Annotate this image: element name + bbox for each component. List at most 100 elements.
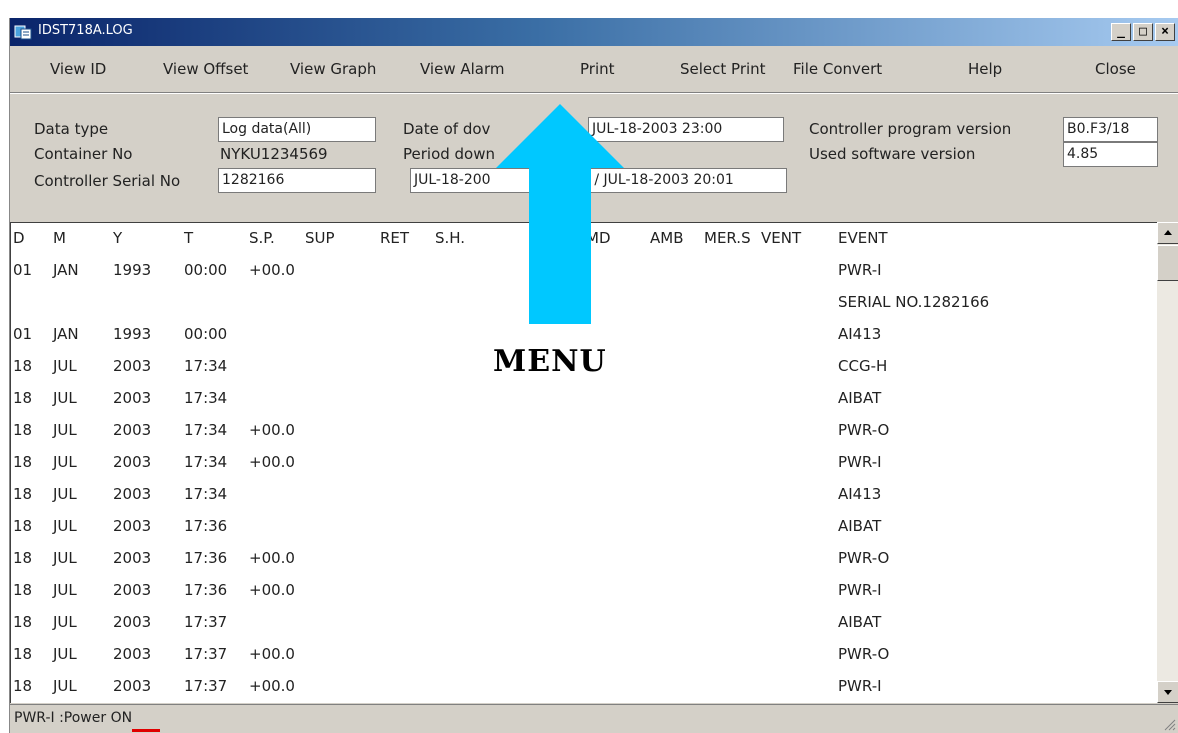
- container-no-label: Container No: [34, 145, 133, 163]
- col-header-y: Y: [113, 229, 123, 247]
- cell-y: 2003: [113, 613, 152, 631]
- cell-m: JUL: [53, 389, 77, 407]
- menu-select-print[interactable]: Select Print: [680, 60, 766, 78]
- controller-serial-field[interactable]: 1282166: [218, 168, 376, 193]
- cell-y: 2003: [113, 517, 152, 535]
- col-header-t: T: [184, 229, 194, 247]
- program-version-label: Controller program version: [809, 120, 1012, 138]
- maximize-button[interactable]: □: [1133, 23, 1153, 41]
- menu-help[interactable]: Help: [968, 60, 1002, 78]
- cell-t: 17:34: [184, 357, 228, 375]
- status-bar: PWR-I :Power ON: [10, 704, 1178, 733]
- program-version-field[interactable]: B0.F3/18: [1063, 117, 1158, 142]
- cell-m: JUL: [53, 645, 77, 663]
- cell-d: 18: [13, 389, 33, 407]
- software-version-label: Used software version: [809, 145, 976, 163]
- cell-t: 17:37: [184, 613, 228, 631]
- cell-m: JAN: [53, 325, 79, 343]
- cell-m: JUL: [53, 517, 77, 535]
- cell-event: AI413: [838, 485, 882, 503]
- cell-sp: +00.0: [249, 581, 295, 599]
- close-window-button[interactable]: ×: [1155, 23, 1175, 41]
- menu-print[interactable]: Print: [580, 60, 615, 78]
- data-type-field[interactable]: Log data(All): [218, 117, 376, 142]
- cell-event: CCG-H: [838, 357, 888, 375]
- scroll-up-button[interactable]: [1157, 222, 1178, 244]
- menu-view-id[interactable]: View ID: [50, 60, 106, 78]
- menu-view-offset[interactable]: View Offset: [163, 60, 248, 78]
- cell-m: JUL: [53, 485, 77, 503]
- cell-d: 18: [13, 677, 33, 695]
- cell-d: 01: [13, 261, 33, 279]
- cell-event: AI413: [838, 325, 882, 343]
- cell-t: 00:00: [184, 325, 228, 343]
- scroll-thumb[interactable]: [1157, 245, 1178, 281]
- menu-view-alarm[interactable]: View Alarm: [420, 60, 505, 78]
- col-header-amb: AMB: [650, 229, 684, 247]
- cell-y: 2003: [113, 389, 152, 407]
- cell-t: 17:36: [184, 549, 228, 567]
- title-bar[interactable]: IDST718A.LOG _ □ ×: [10, 18, 1178, 46]
- cell-y: 1993: [113, 325, 152, 343]
- scroll-down-button[interactable]: [1157, 681, 1178, 703]
- cell-y: 2003: [113, 581, 152, 599]
- status-text: PWR-I :Power ON: [14, 710, 133, 726]
- cell-y: 2003: [113, 645, 152, 663]
- cell-d: 18: [13, 517, 33, 535]
- cell-y: 2003: [113, 549, 152, 567]
- cell-d: 18: [13, 645, 33, 663]
- col-header-mers: MER.S: [704, 229, 751, 247]
- vertical-scrollbar[interactable]: [1157, 222, 1178, 703]
- container-no-value: NYKU1234569: [220, 145, 328, 163]
- app-window: IDST718A.LOG _ □ × View ID View Offset V…: [9, 18, 1178, 733]
- cell-y: 2003: [113, 485, 152, 503]
- cell-sp: +00.0: [249, 645, 295, 663]
- cell-t: 17:37: [184, 677, 228, 695]
- cell-y: 2003: [113, 453, 152, 471]
- period-download-start: JUL-18-200: [414, 172, 491, 188]
- cell-m: JUL: [53, 453, 77, 471]
- cell-t: 17:34: [184, 453, 228, 471]
- cell-m: JUL: [53, 549, 77, 567]
- period-download-label: Period down: [403, 145, 496, 163]
- col-header-ret: RET: [380, 229, 410, 247]
- col-header-m: M: [53, 229, 66, 247]
- date-download-label: Date of dov: [403, 120, 491, 138]
- cell-y: 2003: [113, 677, 152, 695]
- cell-t: 00:00: [184, 261, 228, 279]
- cell-d: 18: [13, 613, 33, 631]
- app-icon: [14, 25, 32, 40]
- resize-grip-icon[interactable]: [1162, 717, 1176, 731]
- cell-event: SERIAL NO.1282166: [838, 293, 990, 311]
- menu-close[interactable]: Close: [1095, 60, 1136, 78]
- cell-sp: +00.0: [249, 453, 295, 471]
- cell-sp: +00.0: [249, 549, 295, 567]
- cell-t: 17:36: [184, 581, 228, 599]
- cell-event: PWR-I: [838, 453, 882, 471]
- cell-event: PWR-O: [838, 549, 890, 567]
- cell-event: AIBAT: [838, 389, 882, 407]
- cell-event: PWR-O: [838, 421, 890, 439]
- menu-bar: View ID View Offset View Graph View Alar…: [10, 46, 1178, 92]
- cell-d: 01: [13, 325, 33, 343]
- cell-m: JUL: [53, 421, 77, 439]
- menu-view-graph[interactable]: View Graph: [290, 60, 376, 78]
- cell-event: AIBAT: [838, 517, 882, 535]
- cell-t: 17:37: [184, 645, 228, 663]
- cell-d: 18: [13, 581, 33, 599]
- cell-d: 18: [13, 421, 33, 439]
- cell-d: 18: [13, 357, 33, 375]
- cell-y: 1993: [113, 261, 152, 279]
- menu-annotation-label: MENU: [493, 344, 607, 379]
- col-header-sp: S.P.: [249, 229, 275, 247]
- minimize-button[interactable]: _: [1111, 23, 1131, 41]
- status-highlight-underline: [132, 729, 160, 732]
- menu-pointer-arrow-icon: [496, 104, 624, 324]
- col-header-sh: S.H.: [435, 229, 466, 247]
- cell-d: 18: [13, 485, 33, 503]
- cell-m: JUL: [53, 613, 77, 631]
- cell-t: 17:34: [184, 389, 228, 407]
- menu-file-convert[interactable]: File Convert: [793, 60, 882, 78]
- software-version-field[interactable]: 4.85: [1063, 142, 1158, 167]
- cell-d: 18: [13, 549, 33, 567]
